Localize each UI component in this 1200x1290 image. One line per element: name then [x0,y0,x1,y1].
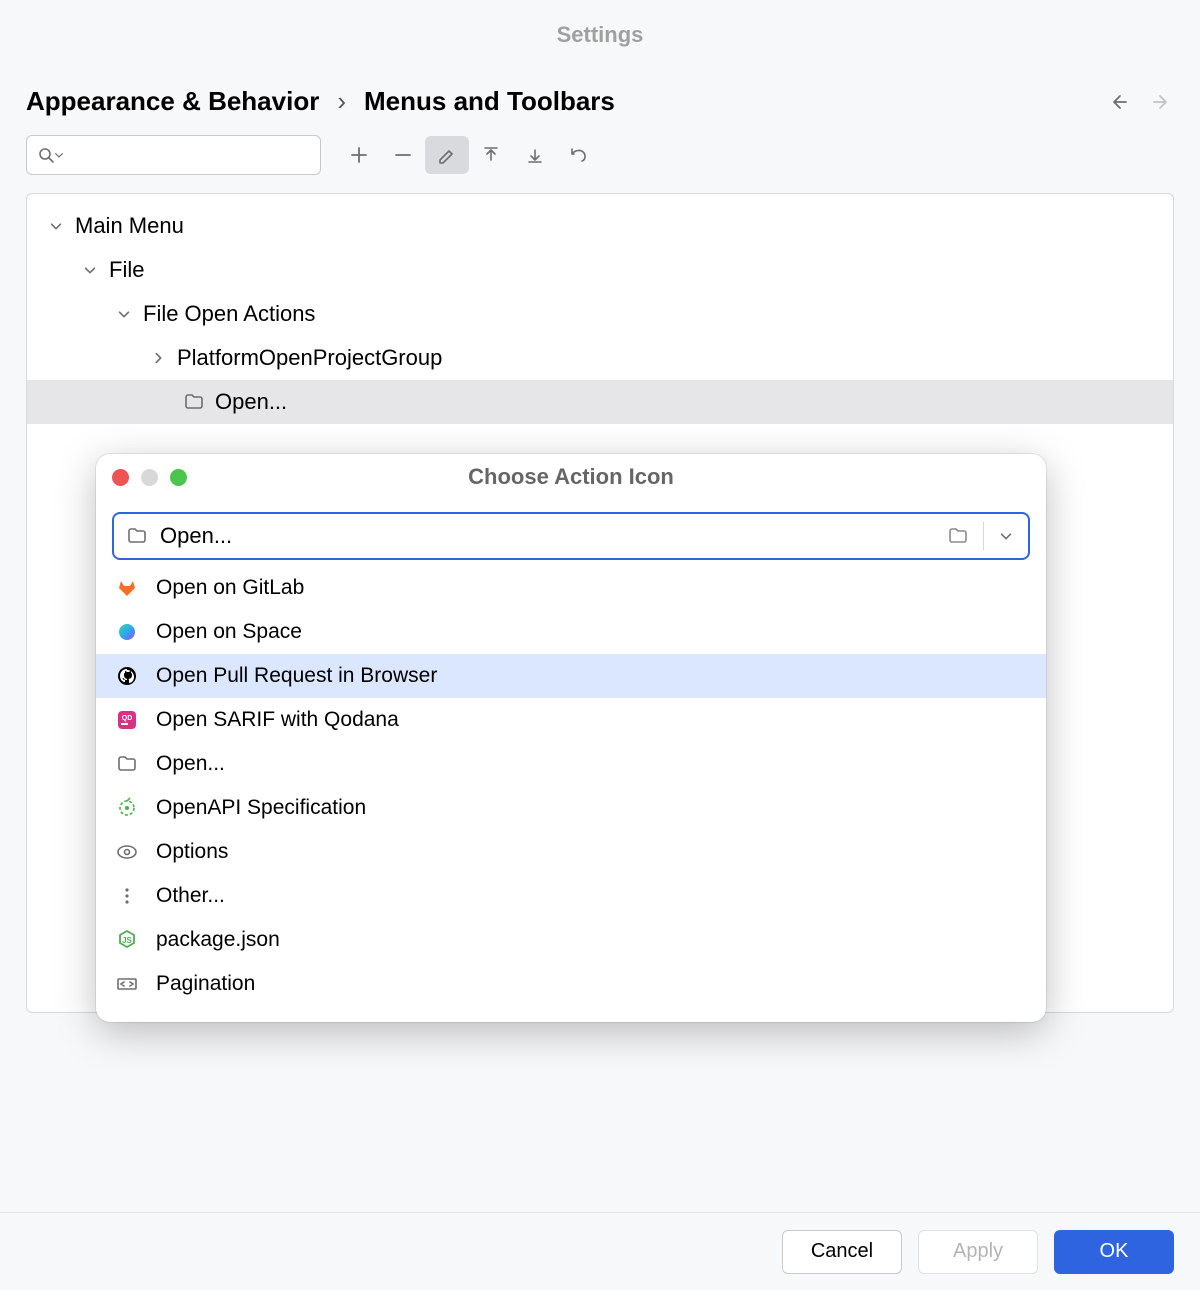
nodejs-icon [114,929,140,951]
add-button[interactable] [337,136,381,174]
chevron-right-icon: › [337,86,346,117]
tree-label: PlatformOpenProjectGroup [177,345,442,371]
list-item-label: OpenAPI Specification [156,796,366,820]
list-item[interactable]: package.json [96,918,1046,962]
breadcrumb: Appearance & Behavior › Menus and Toolba… [26,86,1106,117]
pagination-icon [114,973,140,995]
ok-button[interactable]: OK [1054,1230,1174,1274]
eye-icon [114,841,140,863]
list-item-label: Other... [156,884,225,908]
chevron-down-icon [81,262,99,278]
choose-action-icon-popup: Choose Action Icon Open on GitLab Open o… [96,454,1046,1022]
maximize-icon[interactable] [170,469,187,486]
list-item[interactable]: OpenAPI Specification [96,786,1046,830]
dropdown-button[interactable] [990,528,1022,544]
folder-icon [183,392,205,412]
popup-title: Choose Action Icon [96,464,1046,490]
list-item-label: Open on Space [156,620,302,644]
target-icon [114,797,140,819]
list-item-label: Open on GitLab [156,576,304,600]
space-icon [114,621,140,643]
tree-node-main-menu[interactable]: Main Menu [27,204,1173,248]
folder-icon [114,754,140,774]
search-input[interactable] [26,135,321,175]
tree-node-file-open-actions[interactable]: File Open Actions [27,292,1173,336]
back-button[interactable] [1106,91,1128,113]
list-item-label: Open Pull Request in Browser [156,664,437,688]
github-icon [114,665,140,687]
list-item[interactable]: Open SARIF with Qodana [96,698,1046,742]
popup-search[interactable] [112,512,1030,560]
list-item-label: Open SARIF with Qodana [156,708,399,732]
close-icon[interactable] [112,469,129,486]
tree-label: Main Menu [75,213,184,239]
cancel-button[interactable]: Cancel [782,1230,902,1274]
list-item[interactable]: Other... [96,874,1046,918]
list-item[interactable]: Open on GitLab [96,566,1046,610]
move-up-button[interactable] [469,136,513,174]
tree-node-platform-group[interactable]: PlatformOpenProjectGroup [27,336,1173,380]
action-list: Open on GitLab Open on Space Open Pull R… [96,566,1046,1006]
minimize-icon [141,469,158,486]
more-icon [114,885,140,907]
list-item[interactable]: Open on Space [96,610,1046,654]
list-item[interactable]: Open Pull Request in Browser [96,654,1046,698]
forward-button [1152,91,1174,113]
folder-icon [126,526,148,546]
list-item-label: Pagination [156,972,255,996]
list-item[interactable]: Open... [96,742,1046,786]
chevron-right-icon [149,350,167,366]
chevron-down-icon [115,306,133,322]
tree-node-open[interactable]: Open... [27,380,1173,424]
breadcrumb-item[interactable]: Appearance & Behavior [26,86,319,117]
browse-folder-button[interactable] [939,526,977,546]
revert-button[interactable] [557,136,601,174]
gitlab-icon [114,577,140,599]
chevron-down-icon [53,149,65,161]
move-down-button[interactable] [513,136,557,174]
tree-label: File Open Actions [143,301,315,327]
popup-search-input[interactable] [158,522,929,550]
list-item[interactable]: Options [96,830,1046,874]
qodana-icon [114,709,140,731]
chevron-down-icon [47,218,65,234]
list-item-label: Open... [156,752,225,776]
list-item-label: Options [156,840,228,864]
tree-label: Open... [215,389,287,415]
edit-button[interactable] [425,136,469,174]
list-item[interactable]: Pagination [96,962,1046,1006]
page-title: Settings [0,0,1200,58]
tree-label: File [109,257,144,283]
apply-button: Apply [918,1230,1038,1274]
breadcrumb-item[interactable]: Menus and Toolbars [364,86,615,117]
remove-button[interactable] [381,136,425,174]
tree-node-file[interactable]: File [27,248,1173,292]
list-item-label: package.json [156,928,280,952]
